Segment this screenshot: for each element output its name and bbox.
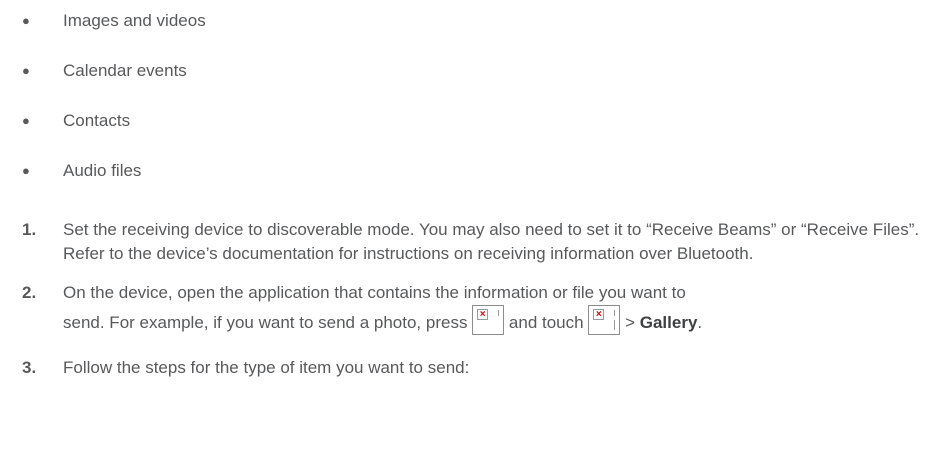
step-number: 1. bbox=[22, 220, 37, 239]
list-item: ● Audio files bbox=[0, 159, 948, 182]
step-1: 1. Set the receiving device to discovera… bbox=[0, 218, 948, 266]
step-2: 2. On the device, open the application t… bbox=[0, 281, 948, 341]
step-text-line-1: On the device, open the application that… bbox=[63, 283, 686, 302]
list-item-text: Calendar events bbox=[63, 61, 187, 80]
bullet-icon: ● bbox=[22, 63, 30, 78]
broken-image-icon: × bbox=[593, 309, 605, 320]
broken-image-icon: × bbox=[477, 309, 489, 320]
step-text-fragment: and touch bbox=[508, 313, 584, 332]
step-text: Set the receiving device to discoverable… bbox=[63, 220, 920, 263]
step-text-line-2: send. For example, if you want to send a… bbox=[63, 305, 947, 341]
list-item-text: Audio files bbox=[63, 161, 142, 180]
list-item-text: Contacts bbox=[63, 111, 131, 130]
list-item: ● Images and videos bbox=[0, 9, 948, 32]
gallery-label: Gallery bbox=[639, 313, 698, 332]
step-text-fragment: . bbox=[697, 313, 703, 332]
bullet-icon: ● bbox=[22, 13, 30, 28]
bullet-icon: ● bbox=[22, 113, 30, 128]
content-type-list: ● Images and videos ● Calendar events ● … bbox=[0, 9, 948, 209]
step-number: 3. bbox=[22, 358, 37, 377]
list-item-text: Images and videos bbox=[63, 11, 206, 30]
list-item: ● Calendar events bbox=[0, 59, 948, 82]
instruction-steps: 1. Set the receiving device to discovera… bbox=[0, 218, 948, 395]
step-text-fragment: send. For example, if you want to send a… bbox=[63, 313, 468, 332]
step-3: 3. Follow the steps for the type of item… bbox=[0, 356, 948, 380]
step-text-fragment: > bbox=[625, 313, 636, 332]
step-text: On the device, open the application that… bbox=[63, 281, 947, 341]
step-number: 2. bbox=[22, 283, 37, 302]
bullet-icon: ● bbox=[22, 163, 30, 178]
step-text: Follow the steps for the type of item yo… bbox=[63, 358, 470, 377]
list-item: ● Contacts bbox=[0, 109, 948, 132]
home-key-icon: × bbox=[472, 305, 505, 335]
apps-icon: × bbox=[588, 305, 621, 335]
